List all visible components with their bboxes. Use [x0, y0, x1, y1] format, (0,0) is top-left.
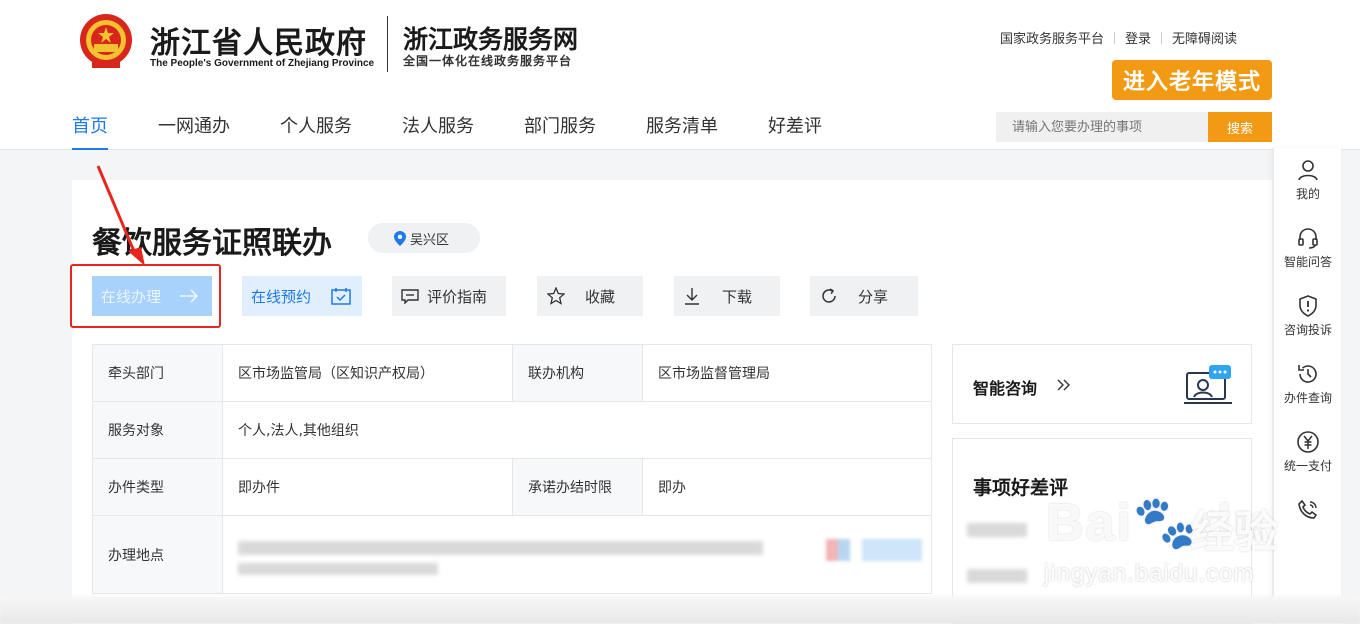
share-icon	[822, 288, 836, 303]
divider	[1114, 31, 1116, 44]
toolbar-complaint-label: 咨询投诉	[1283, 323, 1332, 337]
table-row: 办理地点	[92, 515, 932, 594]
service-info-table: 牵头部门 区市场监管局（区知识产权局） 联办机构 区市场监督管理局 服务对象 个…	[92, 344, 932, 594]
share-button[interactable]: 分享	[810, 276, 918, 316]
double-chevron-right-icon	[1057, 379, 1070, 391]
location-pin-icon	[394, 230, 406, 246]
site-header: 浙江省人民政府 The People's Government of Zheji…	[0, 0, 1360, 150]
lead-dept-value: 区市场监管局（区知识产权局）	[222, 344, 513, 402]
elder-mode-button[interactable]: 进入老年模式	[1112, 60, 1272, 100]
toolbar-payment-label: 统一支付	[1283, 459, 1332, 473]
redacted-image	[826, 538, 922, 561]
download-label: 下载	[722, 287, 753, 306]
toolbar-case-query-label: 办件查询	[1283, 391, 1332, 405]
toolbar-smart-qa[interactable]: 智能问答	[1274, 226, 1342, 270]
rating-guide-label: 评价指南	[427, 287, 488, 306]
joint-org-label: 联办机构	[512, 344, 643, 402]
toolbar-complaint[interactable]: 咨询投诉	[1274, 294, 1342, 338]
lead-dept-label: 牵头部门	[92, 344, 223, 402]
download-button[interactable]: 下载	[674, 276, 780, 316]
comment-icon	[401, 289, 419, 304]
site-subtitle: 全国一体化在线政务服务平台	[403, 54, 573, 68]
star-icon	[547, 287, 565, 305]
redacted-text	[967, 523, 1027, 537]
site-title[interactable]: 浙江政务服务网	[403, 20, 578, 56]
user-icon	[1298, 160, 1318, 181]
watermark-cn: 经验	[1190, 507, 1278, 558]
nav-department[interactable]: 部门服务	[524, 112, 596, 150]
history-icon	[1298, 365, 1317, 383]
brand-english: The People's Government of Zhejiang Prov…	[150, 58, 375, 69]
login-link[interactable]: 登录	[1125, 28, 1151, 47]
top-links: 国家政务服务平台 登录 无障碍阅读	[1000, 28, 1237, 47]
service-title: 餐饮服务证照联办	[92, 226, 332, 261]
toolbar-payment[interactable]: 统一支付	[1274, 430, 1342, 474]
type-value-link[interactable]: 即办件	[222, 458, 513, 516]
joint-org-value: 区市场监督管理局	[642, 344, 932, 402]
smart-consult-card[interactable]: 智能咨询	[952, 344, 1252, 424]
target-label: 服务对象	[92, 401, 223, 459]
table-row: 服务对象 个人,法人,其他组织	[92, 401, 932, 459]
calendar-check-icon	[331, 288, 351, 305]
nav-rating[interactable]: 好差评	[768, 112, 822, 150]
watermark-brand: Bai	[1046, 494, 1133, 552]
table-row: 牵头部门 区市场监管局（区知识产权局） 联办机构 区市场监督管理局	[92, 344, 932, 402]
toolbar-phone[interactable]	[1274, 498, 1342, 525]
yuan-coin-icon	[1297, 431, 1319, 453]
divider	[1161, 31, 1163, 44]
toolbar-my-label: 我的	[1295, 187, 1320, 201]
location-selector[interactable]: 吴兴区	[368, 223, 480, 253]
online-reserve-label: 在线预约	[251, 287, 312, 306]
table-row: 办件类型 即办件 承诺办结时限 即办	[92, 458, 932, 516]
right-toolbar: 我的 智能问答 咨询投诉 办件查询 统一支付	[1273, 148, 1341, 624]
smart-consult-label: 智能咨询	[973, 379, 1038, 398]
redacted-text	[238, 562, 438, 575]
highlight-box	[70, 264, 221, 328]
nav-legal-person[interactable]: 法人服务	[402, 112, 474, 150]
favorite-label: 收藏	[585, 287, 616, 306]
brand-title: 浙江省人民政府	[150, 26, 367, 61]
brand-divider	[387, 16, 388, 72]
deadline-value: 即办	[642, 458, 932, 516]
toolbar-smart-qa-label: 智能问答	[1283, 255, 1332, 269]
main-nav: 首页 一网通办 个人服务 法人服务 部门服务 服务清单 好差评	[72, 112, 872, 150]
bottom-redacted-strip	[0, 596, 1360, 624]
toolbar-my[interactable]: 我的	[1274, 158, 1342, 202]
deadline-label: 承诺办结时限	[512, 458, 643, 516]
accessibility-link[interactable]: 无障碍阅读	[1172, 28, 1237, 47]
location-label: 吴兴区	[410, 232, 450, 248]
national-emblem-icon	[80, 14, 132, 68]
headset-icon	[1298, 228, 1318, 249]
shield-alert-icon	[1299, 295, 1317, 317]
national-platform-link[interactable]: 国家政务服务平台	[1000, 28, 1104, 47]
favorite-button[interactable]: 收藏	[537, 276, 643, 316]
watermark-url: jingyan.baidu.com	[1044, 560, 1255, 587]
nav-one-stop[interactable]: 一网通办	[158, 112, 230, 150]
customer-service-icon	[1184, 365, 1232, 404]
nav-service-list[interactable]: 服务清单	[646, 112, 718, 150]
address-label: 办理地点	[92, 515, 223, 594]
search-input[interactable]	[996, 112, 1208, 142]
nav-personal[interactable]: 个人服务	[280, 112, 352, 150]
online-reserve-button[interactable]: 在线预约	[242, 276, 362, 316]
download-icon	[685, 288, 699, 305]
nav-home[interactable]: 首页	[72, 112, 108, 150]
redacted-text	[967, 569, 1027, 583]
rating-guide-button[interactable]: 评价指南	[392, 276, 506, 316]
search-button[interactable]: 搜索	[1208, 112, 1272, 142]
type-label: 办件类型	[92, 458, 223, 516]
search-bar: 搜索	[996, 112, 1272, 142]
share-label: 分享	[858, 287, 889, 306]
phone-icon	[1298, 499, 1318, 519]
toolbar-case-query[interactable]: 办件查询	[1274, 362, 1342, 406]
address-value-redacted	[222, 515, 932, 594]
redacted-text	[238, 540, 763, 555]
target-value: 个人,法人,其他组织	[222, 401, 932, 459]
